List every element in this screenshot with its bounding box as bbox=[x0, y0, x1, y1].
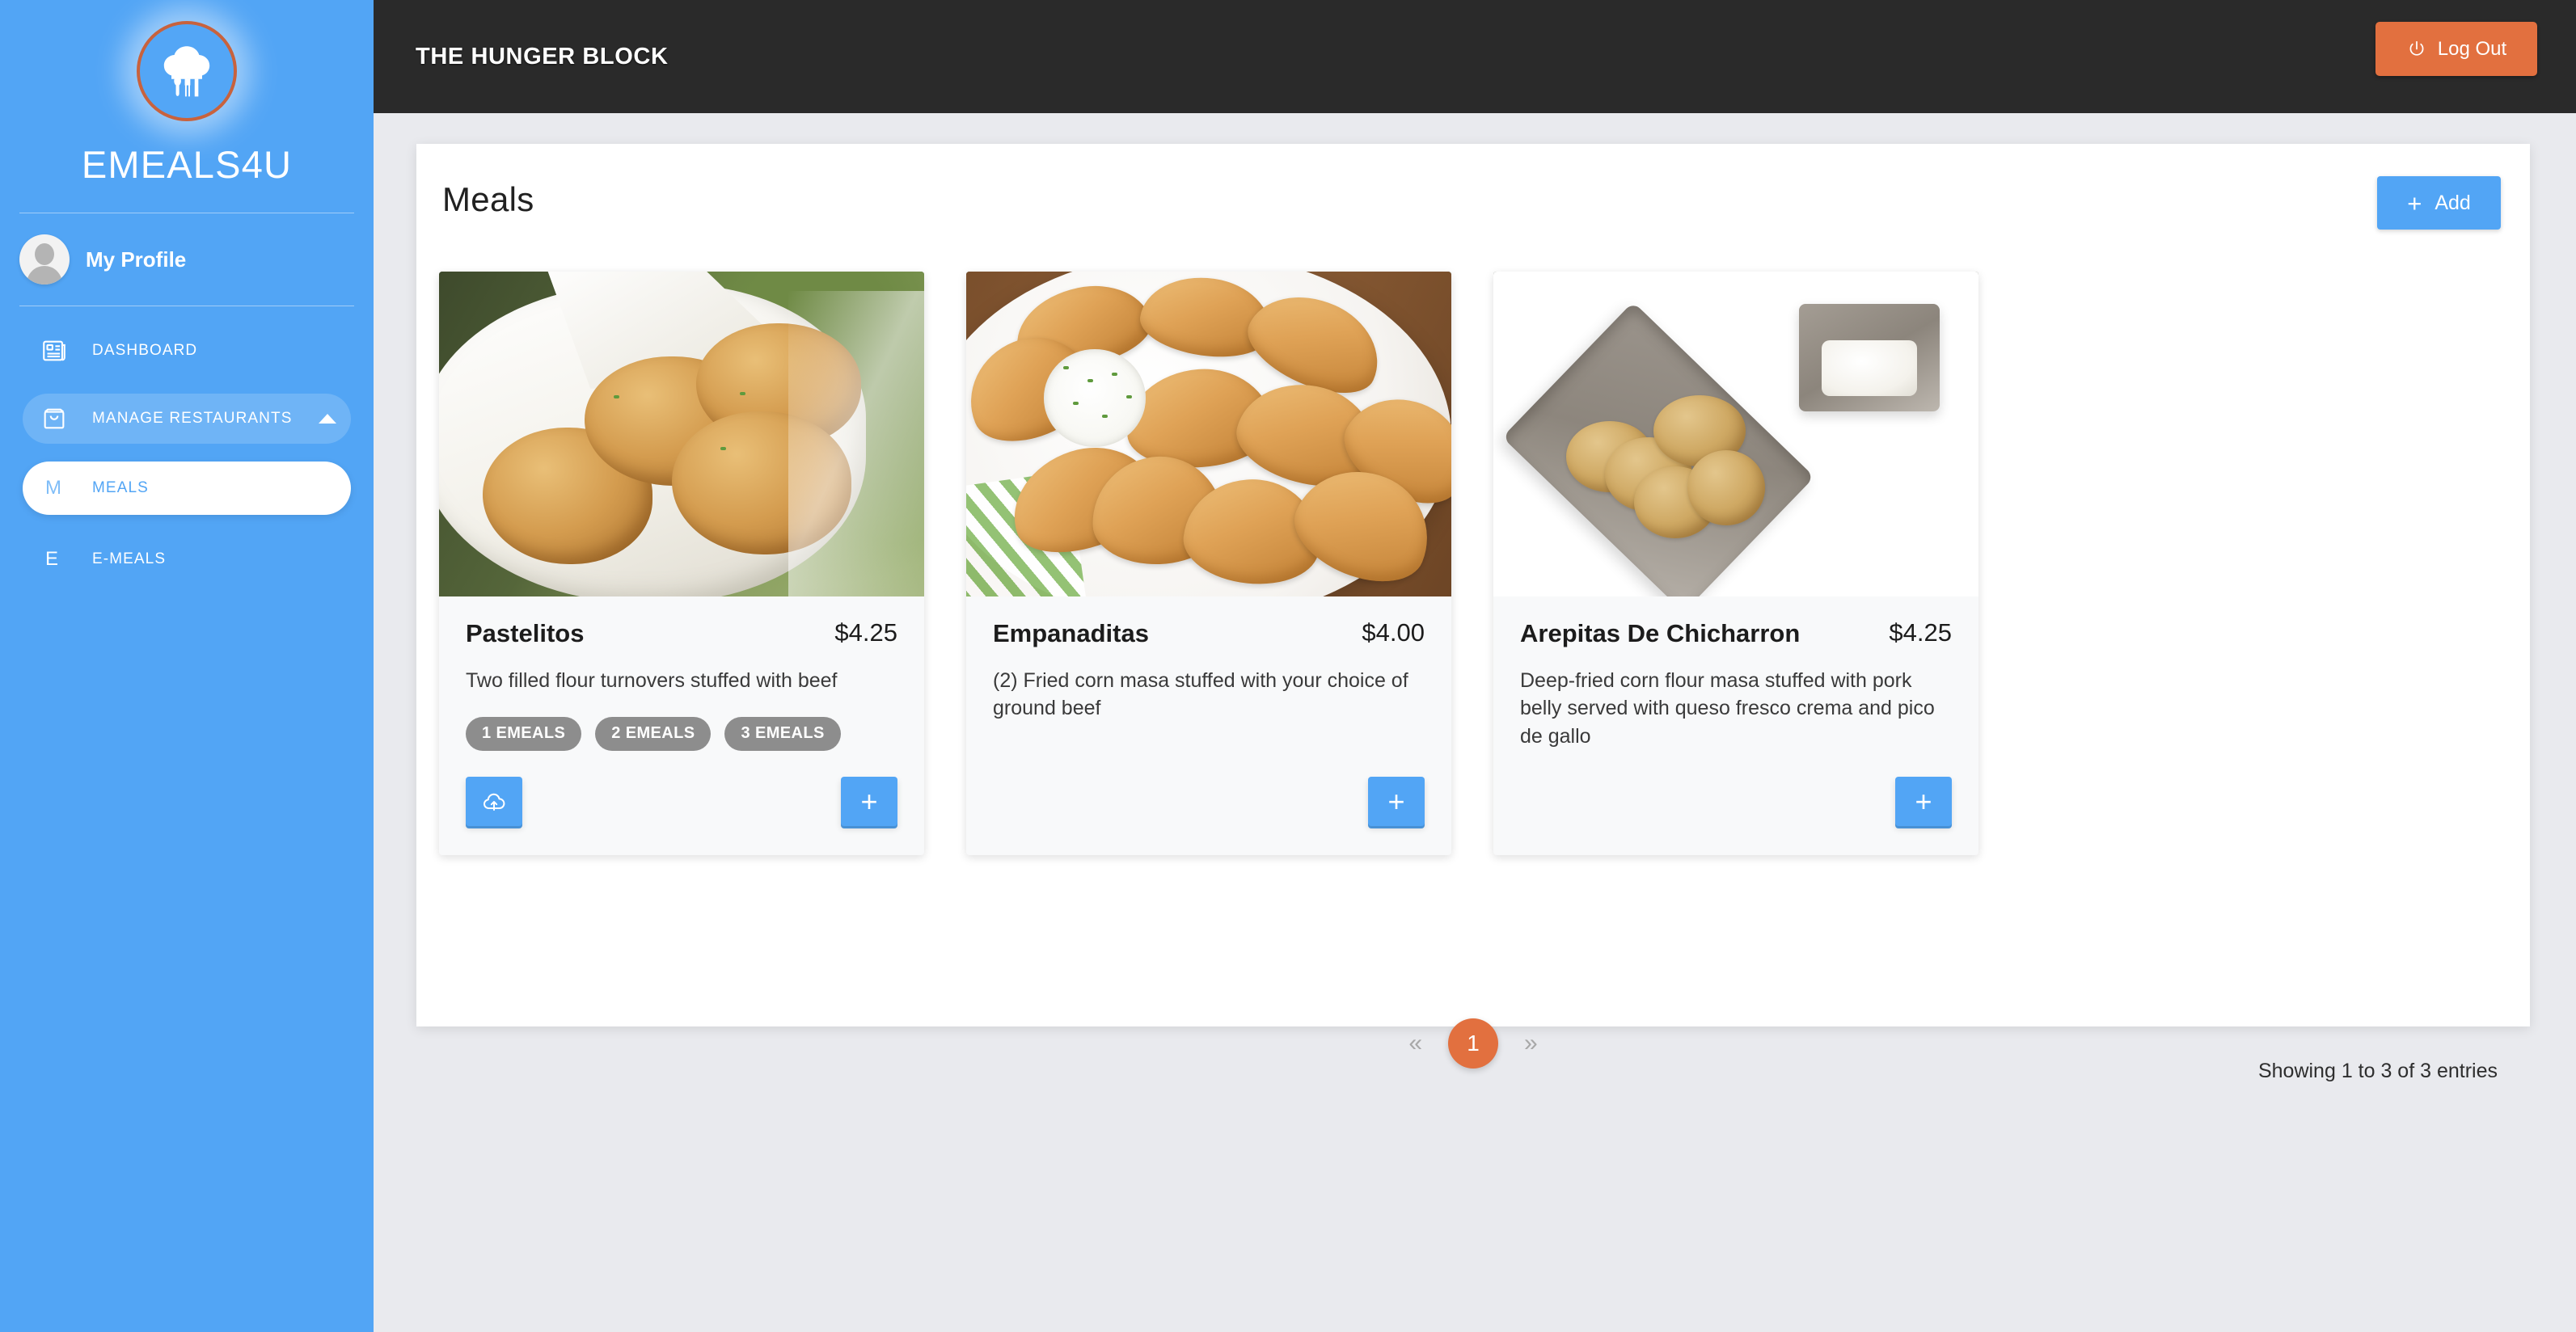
user-avatar-icon bbox=[19, 234, 70, 285]
meal-actions: + bbox=[1493, 751, 1978, 855]
dashboard-icon bbox=[40, 337, 79, 365]
meal-card[interactable]: Pastelitos $4.25 Two filled flour turnov… bbox=[439, 272, 924, 856]
meal-price: $4.25 bbox=[834, 618, 897, 647]
meal-price: $4.00 bbox=[1362, 618, 1425, 647]
sidebar-item-manage-restaurants[interactable]: MANAGE RESTAURANTS bbox=[23, 394, 351, 444]
shopping-bag-icon bbox=[40, 405, 79, 432]
plus-icon: + bbox=[860, 784, 878, 818]
emeal-badge[interactable]: 3 EMEALS bbox=[724, 717, 841, 752]
meal-card[interactable]: Empanaditas $4.00 (2) Fried corn masa st… bbox=[966, 272, 1451, 856]
pagination-prev-button[interactable]: « bbox=[1400, 1026, 1430, 1060]
meal-card[interactable]: Arepitas De Chicharron $4.25 Deep-fried … bbox=[1493, 272, 1978, 856]
pagination-next-button[interactable]: » bbox=[1516, 1026, 1546, 1060]
emeal-badge[interactable]: 1 EMEALS bbox=[466, 717, 582, 752]
sidebar-subitem-meals-label: MEALS bbox=[92, 479, 149, 496]
add-meal-button[interactable]: + Add bbox=[2377, 176, 2501, 230]
meal-photo-pastelitos bbox=[439, 272, 924, 596]
add-to-emeal-button[interactable]: + bbox=[841, 777, 897, 827]
meal-photo-empanaditas bbox=[966, 272, 1451, 596]
chef-hat-utensils-icon bbox=[163, 46, 210, 97]
sidebar-item-manage-restaurants-label: MANAGE RESTAURANTS bbox=[92, 410, 293, 427]
emeal-badge[interactable]: 2 EMEALS bbox=[595, 717, 712, 752]
e-meals-initial-mark: E bbox=[45, 548, 60, 570]
sidebar-item-dashboard[interactable]: DASHBOARD bbox=[23, 326, 351, 376]
sidebar-nav: DASHBOARD MANAGE RESTAURANTS M MEALS E E… bbox=[0, 326, 374, 586]
cloud-upload-icon bbox=[484, 793, 505, 811]
pagination-page-1[interactable]: 1 bbox=[1448, 1018, 1498, 1069]
chevron-up-icon[interactable] bbox=[319, 414, 336, 424]
sidebar-item-my-profile[interactable]: My Profile bbox=[0, 213, 374, 306]
brand-name: EMEALS4U bbox=[81, 143, 293, 186]
plus-icon: + bbox=[1915, 784, 1932, 818]
meal-body: Arepitas De Chicharron $4.25 Deep-fried … bbox=[1493, 596, 1978, 751]
emeal-badge-list: 1 EMEALS 2 EMEALS 3 EMEALS bbox=[466, 717, 897, 752]
log-out-button[interactable]: Log Out bbox=[2375, 22, 2537, 76]
meals-panel: Meals + Add Pastelitos $4.25 Two filled … bbox=[416, 144, 2530, 1082]
sidebar-subitem-e-meals[interactable]: E E-MEALS bbox=[23, 533, 351, 586]
pagination: « 1 » bbox=[416, 1018, 2530, 1069]
sidebar: EMEALS4U My Profile DASHBOARD MANAGE RES… bbox=[0, 0, 374, 1332]
logo-container bbox=[0, 0, 374, 121]
meal-name: Empanaditas bbox=[993, 619, 1149, 647]
plus-icon: + bbox=[2407, 188, 2422, 217]
profile-label: My Profile bbox=[86, 247, 187, 272]
meal-card-list: Pastelitos $4.25 Two filled flour turnov… bbox=[439, 272, 1978, 856]
meal-body: Pastelitos $4.25 Two filled flour turnov… bbox=[439, 596, 924, 752]
plus-icon: + bbox=[1387, 784, 1405, 818]
page-content: Meals + Add Pastelitos $4.25 Two filled … bbox=[374, 113, 2576, 1332]
meal-name: Arepitas De Chicharron bbox=[1520, 619, 1801, 647]
sidebar-item-dashboard-label: DASHBOARD bbox=[92, 342, 198, 359]
upload-meal-image-button[interactable] bbox=[466, 777, 522, 827]
meal-description: Deep-fried corn flour masa stuffed with … bbox=[1520, 668, 1935, 748]
meal-body: Empanaditas $4.00 (2) Fried corn masa st… bbox=[966, 596, 1451, 751]
panel-header: Meals + Add bbox=[416, 144, 2530, 255]
meal-actions: + bbox=[439, 751, 924, 855]
meal-name: Pastelitos bbox=[466, 619, 585, 647]
power-icon bbox=[2409, 40, 2424, 56]
meal-price: $4.25 bbox=[1889, 618, 1952, 647]
entries-summary: Showing 1 to 3 of 3 entries bbox=[2257, 1060, 2498, 1082]
meals-initial-mark: M bbox=[45, 477, 63, 499]
meal-photo-arepitas bbox=[1493, 272, 1978, 596]
add-to-emeal-button[interactable]: + bbox=[1368, 777, 1425, 827]
top-header-bar: THE HUNGER BLOCK Log Out bbox=[374, 0, 2576, 113]
log-out-label: Log Out bbox=[2437, 37, 2507, 60]
page-title: THE HUNGER BLOCK bbox=[416, 43, 669, 70]
sidebar-subitem-e-meals-label: E-MEALS bbox=[92, 550, 167, 567]
add-button-label: Add bbox=[2435, 191, 2471, 214]
brand-logo-badge bbox=[137, 21, 237, 121]
meal-actions: + bbox=[966, 751, 1451, 855]
add-to-emeal-button[interactable]: + bbox=[1895, 777, 1952, 827]
sidebar-subitem-meals[interactable]: M MEALS bbox=[23, 462, 351, 515]
panel-title: Meals bbox=[442, 180, 534, 218]
meal-description: (2) Fried corn masa stuffed with your ch… bbox=[993, 668, 1408, 720]
meal-description: Two filled flour turnovers stuffed with … bbox=[466, 668, 838, 692]
